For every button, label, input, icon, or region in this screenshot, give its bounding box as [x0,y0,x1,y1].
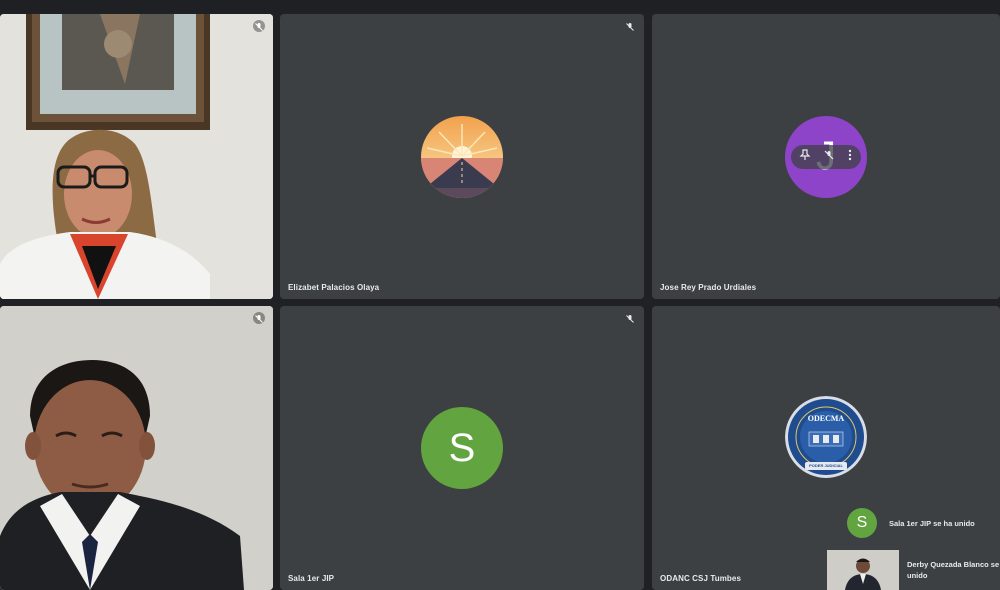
participant-avatar-sunset [421,115,503,198]
more-vert-icon[interactable] [847,148,853,166]
participant-name: ODANC CSJ Tumbes [660,574,742,583]
participant-tile-jose[interactable]: J Jose Rey Prado Urdiales [652,14,1000,299]
join-notification[interactable]: S Sala 1er JIP se ha unido [827,504,1000,542]
logo-text: ODECMA [807,413,845,423]
notification-text: Sala 1er JIP se ha unido [889,518,975,528]
participant-avatar: S [421,407,503,489]
mic-off-icon[interactable] [823,148,835,166]
pin-icon[interactable] [799,148,811,166]
participant-avatar-odecma-logo: ODECMA PODER JUDICIAL [785,395,867,478]
participant-name: Jose Rey Prado Urdiales [660,283,757,292]
mic-off-icon [624,20,636,32]
participant-video-woman [0,14,273,299]
participant-tile-video-1[interactable] [0,14,273,299]
notification-video-thumbnail [827,550,899,590]
mic-off-icon [253,312,265,324]
top-bar [0,0,1000,12]
participant-tile-elizabet[interactable]: Elizabet Palacios Olaya [280,14,644,299]
participant-video-man [0,306,273,590]
mic-off-icon [624,312,636,324]
notification-text: Derby Quezada Blanco se h unido [907,560,1000,580]
logo-subtext: PODER JUDICIAL [809,462,843,468]
participant-tile-odanc[interactable]: ODECMA PODER JUDICIAL ODANC CSJ Tumbes [652,306,1000,590]
mic-off-icon [253,20,265,32]
notification-avatar: S [847,508,877,538]
participant-tile-sala[interactable]: S Sala 1er JIP [280,306,644,590]
participant-tile-video-2[interactable] [0,306,273,590]
tile-hover-controls [791,144,861,169]
participant-name: Elizabet Palacios Olaya [288,283,380,292]
join-notification[interactable]: Derby Quezada Blanco se h unido [827,550,1000,590]
participant-name: Sala 1er JIP [288,574,335,583]
